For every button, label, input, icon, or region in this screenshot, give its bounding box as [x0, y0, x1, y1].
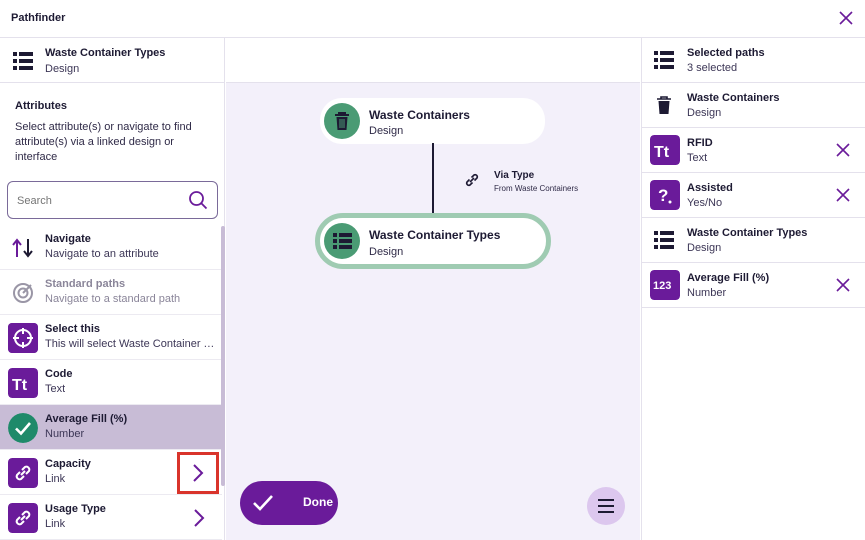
list-item-standard-paths[interactable]: Standard paths Navigate to a standard pa… — [0, 270, 222, 315]
list-scrollbar[interactable] — [221, 226, 225, 486]
menu-button[interactable] — [587, 487, 625, 525]
list-item-average-fill[interactable]: Average Fill (%) Number — [0, 405, 222, 450]
navigate-arrows-icon — [12, 238, 33, 258]
list-item-label: Average Fill (%) — [45, 413, 128, 425]
current-design-header: Waste Container Types Design — [0, 38, 225, 83]
link-icon — [8, 503, 38, 533]
path-item-label: Average Fill (%) — [687, 272, 770, 284]
crosshair-icon — [8, 323, 38, 353]
list-item-sub: Number — [45, 428, 85, 440]
connection-subtitle: From Waste Containers — [494, 184, 579, 193]
search-input[interactable] — [17, 195, 177, 207]
node-title: Waste Container Types — [369, 228, 501, 242]
title-bar: Pathfinder — [0, 0, 865, 38]
list-icon — [333, 233, 352, 249]
attributes-panel: Waste Container Types Design Attributes … — [0, 38, 225, 540]
connection-title: Via Type — [494, 170, 535, 181]
path-item-label: RFID — [687, 137, 713, 149]
path-item-label: Assisted — [687, 182, 733, 194]
list-item-sub: Navigate to a standard path — [45, 293, 181, 305]
list-item-label: Capacity — [45, 458, 91, 470]
list-item-usage-type[interactable]: Usage Type Link — [0, 495, 222, 540]
connector-line — [432, 143, 434, 217]
path-item-sub: Text — [687, 152, 708, 164]
list-item-label: Navigate — [45, 233, 91, 245]
svg-text:123: 123 — [653, 280, 671, 292]
selected-paths-title: Selected paths — [687, 47, 765, 59]
list-item-label: Code — [45, 368, 73, 380]
search-icon[interactable] — [188, 190, 208, 210]
path-item[interactable]: Tt RFID Text — [642, 128, 865, 173]
node-icon-badge — [324, 223, 360, 259]
chevron-right-icon — [193, 464, 204, 482]
selected-count: 3 selected — [687, 62, 738, 74]
link-icon — [465, 173, 479, 187]
path-item-label: Waste Container Types — [687, 227, 808, 239]
navigate-usage-type-button[interactable] — [177, 497, 219, 539]
node-waste-containers[interactable]: Waste Containers Design — [320, 98, 545, 144]
node-subtitle: Design — [369, 125, 404, 137]
node-waste-container-types[interactable]: Waste Container Types Design — [315, 213, 551, 269]
svg-text:?: ? — [658, 186, 668, 205]
list-item-label: Usage Type — [45, 503, 106, 515]
path-item-label: Waste Containers — [687, 92, 780, 104]
list-item-sub: Link — [45, 518, 66, 530]
done-label: Done — [303, 495, 333, 509]
done-button[interactable]: Done — [240, 481, 338, 525]
svg-text:Tt: Tt — [12, 377, 28, 394]
list-item-navigate[interactable]: Navigate Navigate to an attribute — [0, 225, 222, 270]
path-item[interactable]: Waste Containers Design — [642, 83, 865, 128]
remove-icon[interactable] — [836, 188, 850, 202]
path-item-sub: Design — [687, 242, 722, 254]
link-icon — [8, 458, 38, 488]
target-icon — [13, 283, 33, 303]
canvas-header-strip — [226, 38, 640, 83]
svg-text:Tt: Tt — [654, 144, 670, 161]
hamburger-icon — [598, 499, 614, 513]
number-icon: 123 — [650, 270, 680, 300]
list-item-sub: This will select Waste Container Types — [45, 338, 215, 350]
list-item-capacity[interactable]: Capacity Link — [0, 450, 222, 495]
selected-paths-header: Selected paths 3 selected — [642, 38, 865, 83]
path-item[interactable]: 123 Average Fill (%) Number — [642, 263, 865, 308]
attributes-heading: Attributes — [15, 100, 67, 112]
list-item-sub: Text — [45, 383, 66, 395]
trash-icon — [657, 96, 671, 114]
path-item-sub: Design — [687, 107, 722, 119]
node-icon-badge — [324, 103, 360, 139]
question-icon: ? — [650, 180, 680, 210]
remove-icon[interactable] — [836, 278, 850, 292]
check-circle-icon — [8, 413, 38, 443]
close-icon[interactable] — [839, 11, 853, 25]
list-item-code[interactable]: Tt Code Text — [0, 360, 222, 405]
text-type-icon: Tt — [8, 368, 38, 398]
list-item-sub: Navigate to an attribute — [45, 248, 159, 260]
text-type-icon: Tt — [650, 135, 680, 165]
list-item-label: Select this — [45, 323, 101, 335]
path-item[interactable]: Waste Container Types Design — [642, 218, 865, 263]
selected-paths-panel: Selected paths 3 selected Waste Containe… — [641, 38, 865, 540]
attributes-description: Select attribute(s) or navigate to find … — [15, 121, 192, 163]
list-icon — [654, 231, 674, 249]
list-item-label: Standard paths — [45, 278, 126, 290]
list-icon — [13, 52, 33, 70]
list-item-sub: Link — [45, 473, 66, 485]
current-design-title: Waste Container Types — [45, 47, 166, 59]
path-item-sub: Number — [687, 287, 727, 299]
search-field[interactable] — [7, 181, 218, 219]
trash-icon — [335, 112, 349, 130]
path-canvas: Waste Containers Design Via Type From Wa… — [226, 83, 640, 540]
list-item-select-this[interactable]: Select this This will select Waste Conta… — [0, 315, 222, 360]
app-title: Pathfinder — [11, 12, 66, 24]
path-item[interactable]: ? Assisted Yes/No — [642, 173, 865, 218]
node-title: Waste Containers — [369, 108, 470, 122]
navigate-capacity-button[interactable] — [177, 452, 219, 494]
check-icon — [253, 495, 273, 511]
list-icon — [654, 51, 674, 69]
path-item-sub: Yes/No — [687, 197, 723, 209]
current-design-type: Design — [45, 63, 80, 75]
chevron-right-icon — [194, 509, 205, 527]
node-subtitle: Design — [369, 246, 404, 258]
remove-icon[interactable] — [836, 143, 850, 157]
